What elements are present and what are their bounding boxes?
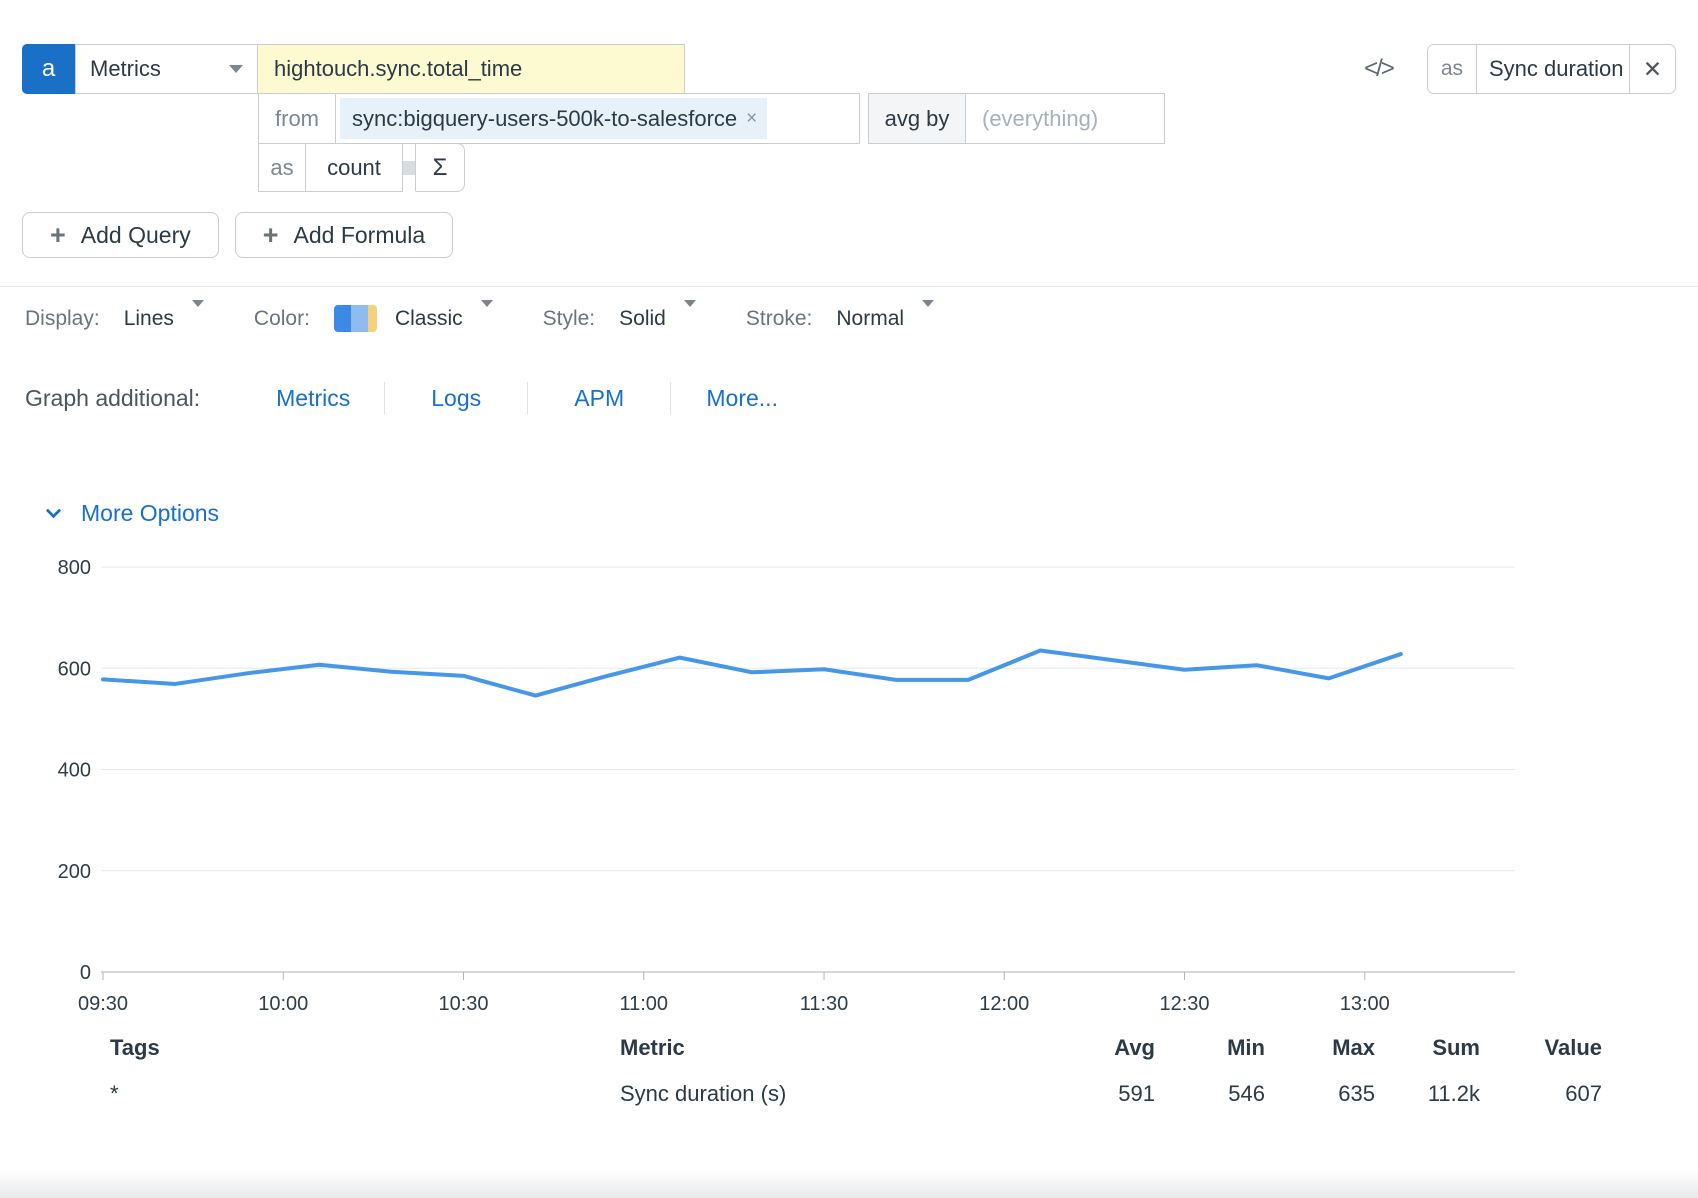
query-letter-badge: a [22, 44, 75, 94]
svg-text:600: 600 [58, 658, 91, 680]
close-icon[interactable]: ✕ [1629, 45, 1675, 93]
style-select[interactable]: Solid [619, 307, 666, 331]
remove-tag-icon[interactable]: × [746, 108, 757, 130]
svg-text:11:30: 11:30 [800, 993, 849, 1015]
display-options-row: Display: Lines Color: Classic Style: Sol… [0, 287, 1698, 332]
avg-column-header: Avg [1045, 1035, 1155, 1081]
graph-additional-more-link[interactable]: More... [671, 385, 813, 412]
graph-additional-row: Graph additional: Metrics Logs APM More.… [25, 382, 1698, 414]
bottom-fade [0, 1170, 1698, 1198]
style-label: Style: [543, 307, 596, 331]
add-formula-label: Add Formula [294, 222, 426, 249]
metric-source-select[interactable]: Metrics [75, 44, 258, 94]
svg-text:12:00: 12:00 [979, 993, 1029, 1015]
query-as-row: as count Σ [258, 143, 1698, 192]
filter-tag[interactable]: sync:bigquery-users-500k-to-salesforce × [340, 98, 767, 139]
graph-additional-metrics-link[interactable]: Metrics [242, 385, 384, 412]
caret-down-icon [229, 65, 243, 73]
query-actions: + Add Query + Add Formula [22, 212, 1698, 258]
display-label: Display: [25, 307, 100, 331]
summary-table: Tags Metric Avg Min Max Sum Value * Sync… [40, 1035, 1658, 1111]
stroke-label: Stroke: [746, 307, 813, 331]
svg-text:400: 400 [58, 760, 91, 782]
svg-text:10:30: 10:30 [438, 993, 488, 1015]
filter-tag-label: sync:bigquery-users-500k-to-salesforce [352, 106, 737, 132]
header-spacer [40, 1048, 110, 1068]
metric-name-input[interactable]: hightouch.sync.total_time [257, 44, 685, 94]
stroke-select[interactable]: Normal [836, 307, 904, 331]
query-from-row: from sync:bigquery-users-500k-to-salesfo… [258, 93, 1698, 144]
value-column-header: Value [1480, 1035, 1602, 1081]
max-cell: 635 [1265, 1081, 1375, 1111]
svg-text:200: 200 [58, 861, 91, 883]
svg-text:10:00: 10:00 [258, 993, 308, 1015]
metric-column-header: Metric [620, 1035, 1045, 1081]
chart-area: 0 200 400 600 800 09:30 10:00 10:30 11:00 11:30 12… [45, 547, 1698, 1017]
table-row[interactable] [40, 1081, 110, 1111]
display-select[interactable]: Lines [124, 307, 174, 331]
chevron-down-icon [46, 503, 62, 519]
timeseries-chart[interactable]: 0 200 400 600 800 09:30 10:00 10:30 11:00 11:30 12… [45, 547, 1605, 1017]
caret-down-icon[interactable] [922, 307, 934, 331]
color-select[interactable]: Classic [395, 307, 463, 331]
metric-source-label: Metrics [90, 56, 161, 82]
color-palette-swatch[interactable] [334, 305, 377, 332]
svg-text:0: 0 [80, 962, 91, 984]
add-formula-button[interactable]: + Add Formula [235, 212, 453, 258]
add-query-button[interactable]: + Add Query [22, 212, 219, 258]
connector [403, 161, 415, 175]
max-column-header: Max [1265, 1035, 1375, 1081]
alias-input[interactable]: Sync duration (s) [1477, 45, 1629, 93]
more-options-label: More Options [81, 500, 219, 527]
spacer [685, 44, 1364, 94]
svg-text:800: 800 [58, 557, 91, 579]
alias-as-label: as [1428, 45, 1477, 93]
svg-text:12:30: 12:30 [1160, 993, 1210, 1015]
code-editor-icon[interactable]: </> [1364, 55, 1393, 83]
group-by-input[interactable]: (everything) [965, 93, 1165, 144]
svg-text:11:00: 11:00 [619, 993, 668, 1015]
aggregator-button[interactable]: avg by [868, 93, 966, 144]
alias-group: as Sync duration (s) ✕ [1427, 44, 1676, 94]
graph-additional-apm-link[interactable]: APM [528, 385, 670, 412]
query-row: a Metrics hightouch.sync.total_time </> … [22, 44, 1676, 94]
min-cell: 546 [1155, 1081, 1265, 1111]
value-cell: 607 [1480, 1081, 1602, 1111]
svg-text:13:00: 13:00 [1340, 993, 1390, 1015]
sum-column-header: Sum [1375, 1035, 1480, 1081]
tags-column-header: Tags [110, 1035, 620, 1081]
sigma-function-button[interactable]: Σ [415, 143, 465, 192]
from-filter-input[interactable]: sync:bigquery-users-500k-to-salesforce × [335, 93, 860, 144]
add-query-label: Add Query [81, 222, 191, 249]
svg-text:09:30: 09:30 [78, 993, 128, 1015]
from-label: from [258, 93, 336, 144]
more-options-toggle[interactable]: More Options [48, 500, 1698, 527]
as-count-button[interactable]: count [305, 143, 403, 192]
tag-cell: * [110, 1081, 620, 1111]
plus-icon: + [50, 222, 66, 249]
graph-additional-logs-link[interactable]: Logs [385, 385, 527, 412]
caret-down-icon[interactable] [481, 307, 493, 331]
avg-cell: 591 [1045, 1081, 1155, 1111]
plus-icon: + [263, 222, 279, 249]
graph-additional-label: Graph additional: [25, 385, 200, 412]
color-label: Color: [254, 307, 310, 331]
metric-cell: Sync duration (s) [620, 1081, 1045, 1111]
as-label: as [258, 143, 306, 192]
caret-down-icon[interactable] [192, 307, 204, 331]
sum-cell: 11.2k [1375, 1081, 1480, 1111]
caret-down-icon[interactable] [684, 307, 696, 331]
min-column-header: Min [1155, 1035, 1265, 1081]
